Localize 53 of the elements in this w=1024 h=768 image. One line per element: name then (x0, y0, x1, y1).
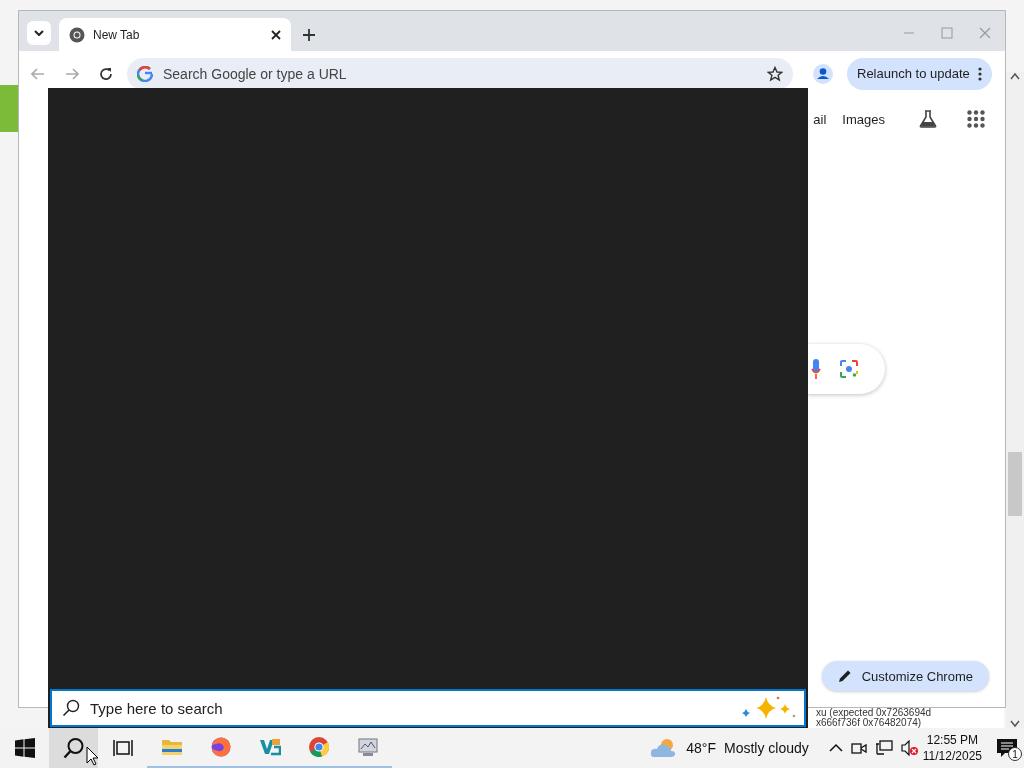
clock-date[interactable]: 11/12/2025 (922, 748, 982, 764)
address-bar[interactable]: Search Google or type a URL (127, 57, 793, 90)
scrollbar[interactable] (1006, 72, 1024, 728)
tab-search-button[interactable] (27, 21, 51, 45)
muted-speaker-icon[interactable] (900, 740, 919, 756)
search-input[interactable]: Type here to search (90, 699, 730, 717)
search-icon (62, 699, 80, 717)
fox-browser-icon (209, 736, 232, 758)
pencil-icon (837, 669, 852, 683)
weather-text: Mostly cloudy (724, 740, 809, 756)
camera-search-icon[interactable] (839, 359, 859, 379)
clock-time[interactable]: 12:55 PM (926, 732, 979, 748)
sparkle-icon (740, 695, 796, 721)
star-icon[interactable] (767, 65, 783, 82)
network-icon[interactable] (874, 740, 893, 756)
relaunch-button[interactable]: Relaunch to update (847, 57, 992, 90)
log-text: x666f736f 0x76482074) (816, 718, 923, 728)
flask-icon[interactable] (919, 110, 937, 128)
more-icon (977, 66, 982, 81)
notifications-button[interactable]: 1 (992, 733, 1022, 763)
google-icon (137, 65, 153, 82)
customize-button[interactable]: Customize Chrome (821, 661, 989, 691)
chrome-icon (69, 26, 85, 43)
chevron-up-icon[interactable] (828, 743, 843, 753)
profile-icon[interactable] (813, 63, 833, 84)
search-bar[interactable]: Type here to search (50, 689, 806, 727)
monitor-app-icon (356, 736, 379, 758)
temperature-text: 48°F (686, 740, 716, 756)
code-editor-icon (258, 736, 281, 758)
search-icon (62, 737, 85, 759)
tab-title: New Tab (93, 27, 141, 42)
close-icon[interactable] (271, 29, 281, 40)
nav-link[interactable]: Images (842, 111, 885, 127)
task-view-icon (111, 737, 134, 759)
browser-tab[interactable]: New Tab (59, 18, 291, 51)
chrome-icon (307, 736, 330, 758)
windows-icon (13, 737, 36, 759)
scroll-down-icon[interactable] (1010, 720, 1020, 728)
scroll-up-icon[interactable] (1010, 72, 1020, 80)
microphone-icon[interactable] (811, 358, 821, 380)
apps-grid-icon[interactable] (967, 110, 985, 128)
address-placeholder: Search Google or type a URL (163, 65, 348, 82)
window-edge (0, 85, 18, 132)
scroll-thumb[interactable] (1008, 452, 1022, 516)
camera-icon[interactable] (850, 740, 867, 756)
chevron-down-icon (34, 30, 44, 36)
reload-icon[interactable] (99, 66, 113, 81)
notification-count: 1 (1008, 747, 1022, 761)
nav-link[interactable]: ail (813, 111, 827, 127)
search-box[interactable] (807, 344, 885, 394)
plus-icon[interactable] (303, 29, 315, 41)
log-text: xu (expected 0x7263694d (816, 708, 933, 718)
search-button[interactable] (49, 728, 98, 768)
